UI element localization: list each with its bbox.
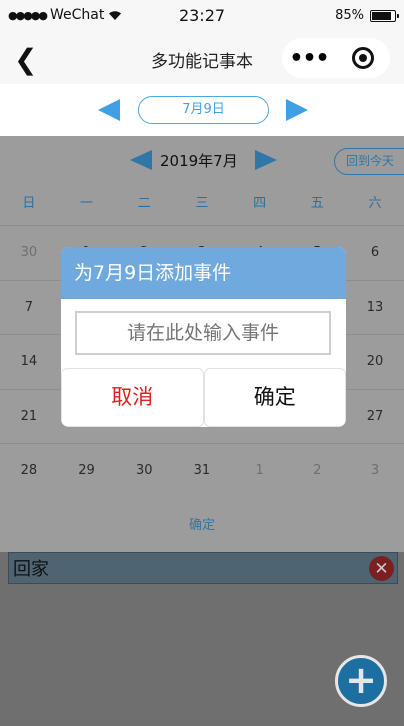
prev-day-arrow-icon[interactable] — [98, 99, 120, 121]
weekday-label: 四 — [253, 196, 267, 211]
back-to-today-button[interactable]: 回到今天 — [334, 148, 404, 175]
calendar-day-cell[interactable]: 29 — [58, 444, 116, 498]
calendar-confirm-button[interactable]: 确定 — [0, 506, 404, 546]
next-month-arrow-icon[interactable] — [255, 150, 277, 170]
delete-icon[interactable]: ✕ — [369, 556, 394, 581]
add-icon: + — [345, 657, 377, 702]
calendar-day-cell[interactable]: 31 — [173, 444, 231, 498]
month-nav: 2019年7月 回到今天 — [0, 136, 404, 184]
calendar-day-cell[interactable]: 3 — [346, 444, 404, 498]
weekday-label: 六 — [368, 196, 382, 211]
dialog-buttons: 取消 确定 — [61, 368, 346, 427]
event-text: 回家 — [13, 559, 49, 580]
weekday-label: 二 — [137, 196, 151, 211]
event-input[interactable] — [75, 311, 331, 355]
add-event-button[interactable]: + — [335, 655, 387, 707]
status-bar: ●●●●● WeChat 23:27 85% — [0, 0, 404, 34]
cancel-button[interactable]: 取消 — [61, 368, 204, 427]
month-label: 2019年7月 — [160, 152, 238, 170]
record-ring — [352, 47, 374, 69]
calendar-week-row: 28 29 30 31 1 2 3 — [0, 443, 404, 498]
calendar-day-cell[interactable]: 30 — [115, 444, 173, 498]
calendar-day-cell[interactable]: 28 — [0, 444, 58, 498]
calendar-day-cell[interactable]: 27 — [346, 390, 404, 444]
weekday-header: 日 一 二 三 四 五 六 — [0, 184, 404, 224]
calendar-day-cell[interactable]: 14 — [0, 335, 58, 389]
battery-percent: 85% — [335, 8, 364, 23]
prev-month-arrow-icon[interactable] — [130, 150, 152, 170]
selected-date-pill[interactable]: 7月9日 — [138, 96, 269, 124]
record-icon[interactable] — [336, 47, 390, 69]
calendar-day-cell[interactable]: 6 — [346, 226, 404, 280]
add-event-dialog: 为7月9日添加事件 取消 确定 — [61, 247, 346, 427]
calendar-day-cell[interactable]: 30 — [0, 226, 58, 280]
date-strip: 7月9日 — [0, 84, 404, 136]
calendar-day-cell[interactable]: 7 — [0, 281, 58, 335]
calendar-day-cell[interactable]: 21 — [0, 390, 58, 444]
next-day-arrow-icon[interactable] — [286, 99, 308, 121]
confirm-button[interactable]: 确定 — [203, 368, 346, 427]
calendar-day-cell[interactable]: 13 — [346, 281, 404, 335]
dialog-title: 为7月9日添加事件 — [61, 247, 346, 299]
weekday-label: 五 — [310, 196, 324, 211]
weekday-label: 三 — [195, 196, 209, 211]
weekday-label: 一 — [80, 196, 94, 211]
battery-icon — [370, 9, 399, 22]
mini-program-capsule: ••• — [282, 38, 390, 78]
status-right: 85% — [335, 8, 399, 23]
nav-bar: ❮ 多功能记事本 ••• — [0, 34, 404, 84]
more-dots-icon[interactable]: ••• — [282, 46, 336, 71]
calendar-day-cell[interactable]: 20 — [346, 335, 404, 389]
weekday-label: 日 — [22, 196, 36, 211]
calendar-day-cell[interactable]: 1 — [231, 444, 289, 498]
calendar-day-cell[interactable]: 2 — [288, 444, 346, 498]
event-list-item[interactable]: 回家 ✕ — [8, 552, 398, 584]
